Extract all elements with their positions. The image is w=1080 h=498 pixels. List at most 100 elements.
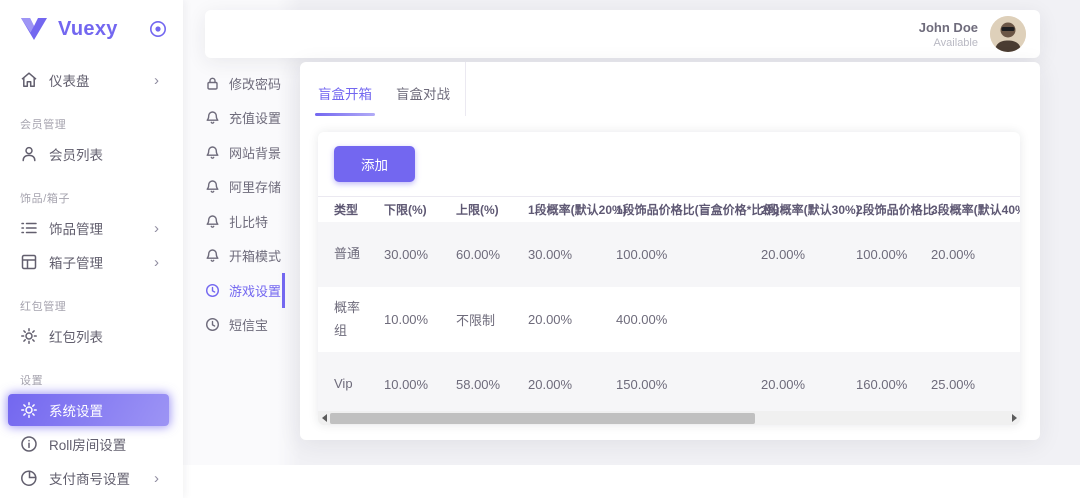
- table-cell: 20.00%: [745, 352, 840, 417]
- column-header: 1段饰品价格比(盲盒价格*比例): [600, 197, 745, 222]
- table-cell: 10.00%: [368, 287, 440, 352]
- sidebar-item-redpacket-list[interactable]: 红包列表: [8, 320, 169, 352]
- gear-icon: [20, 401, 38, 419]
- tab-bar: 盲盒开箱 盲盒对战: [300, 62, 1040, 116]
- sidebar-item-dashboard[interactable]: 仪表盘 ›: [8, 64, 169, 96]
- user-name: John Doe: [919, 20, 978, 35]
- table-cell: 160.00%: [840, 352, 915, 417]
- pie-chart-icon: [20, 469, 38, 487]
- tab-blindbox-battle[interactable]: 盲盒对战: [396, 83, 450, 116]
- table-row: Vip 10.00% 58.00% 20.00% 150.00% 20.00% …: [318, 352, 1020, 417]
- settings-item-game-settings[interactable]: 游戏设置: [205, 273, 285, 308]
- table-cell: [840, 287, 915, 352]
- table-cell: 30.00%: [512, 222, 600, 287]
- table-cell: 100.00%: [840, 222, 915, 287]
- sidebar-nav: 仪表盘 › 会员管理 会员列表 饰品/箱子: [0, 58, 183, 498]
- sidebar-item-roll-room-settings[interactable]: Roll房间设置: [8, 428, 169, 460]
- user-meta: John Doe Available: [919, 20, 978, 49]
- brand-header: Vuexy: [0, 0, 183, 58]
- settings-item-label: 短信宝: [229, 315, 268, 334]
- table-row: 普通 30.00% 60.00% 30.00% 100.00% 20.00% 1…: [318, 222, 1020, 287]
- table-cell: 20.00%: [512, 287, 600, 352]
- scroll-left-icon[interactable]: [318, 411, 330, 425]
- nav-section-header: 饰品/箱子: [20, 190, 183, 206]
- list-icon: [20, 219, 38, 237]
- settings-item-label: 扎比特: [229, 212, 268, 231]
- probability-table: 类型 下限(%) 上限(%) 1段概率(默认20%) 1段饰品价格比(盲盒价格*…: [318, 197, 1020, 417]
- settings-item-label: 充值设置: [229, 108, 281, 127]
- top-header: John Doe Available: [205, 10, 1040, 58]
- radio-circle-icon[interactable]: [149, 20, 167, 38]
- sidebar-item-label: 仪表盘: [49, 70, 154, 90]
- chevron-right-icon: ›: [154, 255, 159, 270]
- table-cell: 10.00%: [368, 352, 440, 417]
- table-cell: 普通: [318, 222, 368, 287]
- scroll-right-icon[interactable]: [1008, 411, 1020, 425]
- table-cell: 400.00%: [600, 287, 745, 352]
- scrollbar-track[interactable]: [330, 411, 1008, 425]
- settings-item-label: 阿里存储: [229, 177, 281, 196]
- settings-item-label: 网站背景: [229, 143, 281, 162]
- table-cell: 60.00%: [440, 222, 512, 287]
- table-cell: 58.00%: [440, 352, 512, 417]
- home-icon: [20, 71, 38, 89]
- sidebar-item-member-list[interactable]: 会员列表: [8, 138, 169, 170]
- column-header: 下限(%): [368, 197, 440, 222]
- settings-item-change-password[interactable]: 修改密码: [205, 66, 285, 101]
- user-icon: [20, 145, 38, 163]
- bell-icon: [205, 214, 220, 229]
- clock-icon: [205, 283, 220, 298]
- table-cell: 不限制: [440, 287, 512, 352]
- app-root: Vuexy 仪表盘 › 会员管理: [0, 0, 1080, 498]
- table-viewport: 类型 下限(%) 上限(%) 1段概率(默认20%) 1段饰品价格比(盲盒价格*…: [318, 196, 1020, 417]
- bell-icon: [205, 110, 220, 125]
- sidebar-item-label: Roll房间设置: [49, 434, 159, 454]
- sidebar-item-label: 会员列表: [49, 144, 159, 164]
- column-header: 类型: [318, 197, 368, 222]
- settings-item-label: 游戏设置: [229, 281, 281, 300]
- sidebar-item-payment-merchant-settings[interactable]: 支付商号设置 ›: [8, 462, 169, 494]
- settings-item-sms-bao[interactable]: 短信宝: [205, 308, 285, 343]
- settings-item-label: 开箱模式: [229, 246, 281, 265]
- info-circle-icon: [20, 435, 38, 453]
- chevron-right-icon: ›: [154, 73, 159, 88]
- vuexy-logo-icon: [20, 17, 48, 41]
- toolbar: 添加: [318, 132, 1020, 196]
- sidebar-item-system-settings[interactable]: 系统设置: [8, 394, 169, 426]
- column-header: 3段概率(默认40%): [915, 197, 1020, 222]
- settings-item-unbox-mode[interactable]: 开箱模式: [205, 239, 285, 274]
- horizontal-scrollbar: [318, 411, 1020, 425]
- bell-icon: [205, 145, 220, 160]
- sidebar-item-label: 系统设置: [49, 400, 159, 420]
- sidebar: Vuexy 仪表盘 › 会员管理: [0, 0, 183, 498]
- settings-item-label: 修改密码: [229, 74, 281, 93]
- settings-item-recharge-settings[interactable]: 充值设置: [205, 101, 285, 136]
- sidebar-item-box-management[interactable]: 箱子管理 ›: [8, 246, 169, 278]
- tab-blindbox-open[interactable]: 盲盒开箱: [318, 83, 372, 116]
- clock-icon: [205, 317, 220, 332]
- user-avatar[interactable]: [990, 16, 1026, 52]
- settings-item-site-background[interactable]: 网站背景: [205, 135, 285, 170]
- settings-item-ali-storage[interactable]: 阿里存储: [205, 170, 285, 205]
- table-cell: 150.00%: [600, 352, 745, 417]
- table-header-row: 类型 下限(%) 上限(%) 1段概率(默认20%) 1段饰品价格比(盲盒价格*…: [318, 197, 1020, 222]
- table-row: 概率组 10.00% 不限制 20.00% 400.00%: [318, 287, 1020, 352]
- sidebar-item-ornament-management[interactable]: 饰品管理 ›: [8, 212, 169, 244]
- layout-box-icon: [20, 253, 38, 271]
- sidebar-item-label: 箱子管理: [49, 252, 154, 272]
- content-card: 盲盒开箱 盲盒对战 添加 类型 下限(%): [300, 62, 1040, 440]
- settings-nav: 修改密码 充值设置 网站背景 阿里存储: [205, 66, 285, 342]
- table-cell: 20.00%: [512, 352, 600, 417]
- lock-icon: [205, 76, 220, 91]
- settings-item-zhabite[interactable]: 扎比特: [205, 204, 285, 239]
- sidebar-item-label: 饰品管理: [49, 218, 154, 238]
- add-button[interactable]: 添加: [334, 146, 415, 182]
- table-cell: [745, 287, 840, 352]
- scrollbar-thumb[interactable]: [330, 413, 755, 424]
- table-cell: 30.00%: [368, 222, 440, 287]
- chevron-right-icon: ›: [154, 471, 159, 486]
- column-header: 1段概率(默认20%): [512, 197, 600, 222]
- sidebar-item-label: 支付商号设置: [49, 468, 154, 488]
- chevron-right-icon: ›: [154, 221, 159, 236]
- gear-icon: [20, 327, 38, 345]
